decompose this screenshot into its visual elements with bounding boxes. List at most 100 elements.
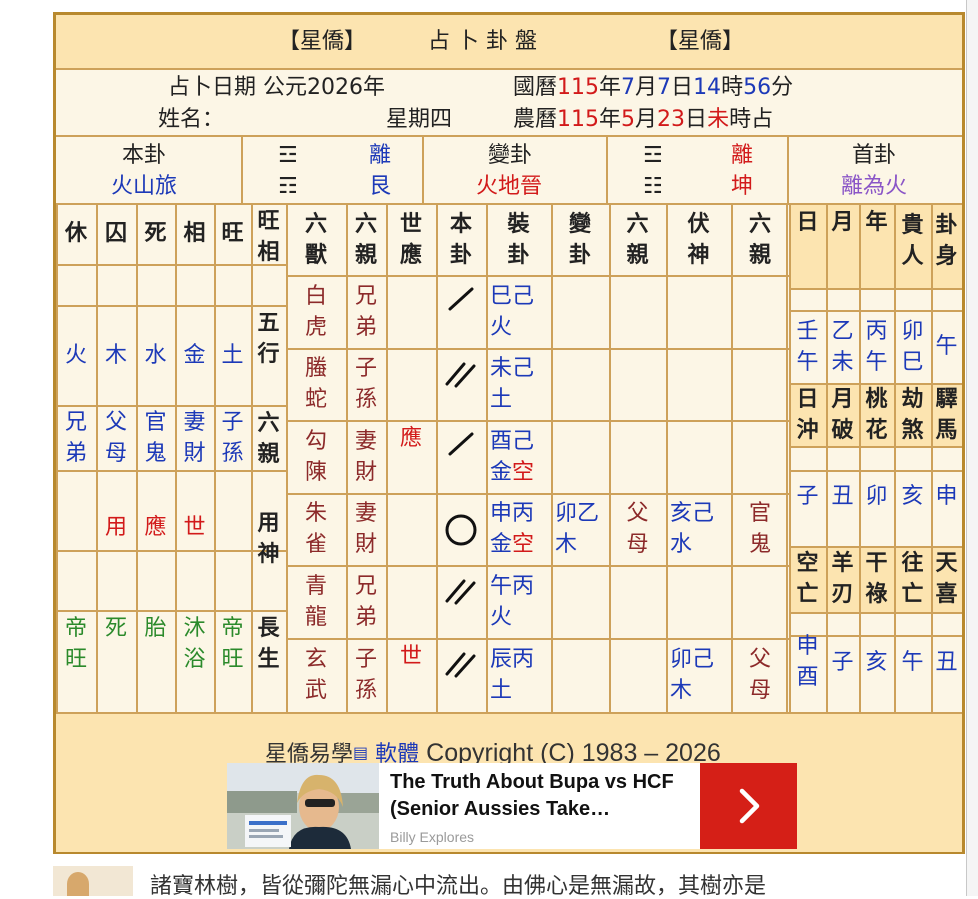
weekday: 星期四 [386,107,453,132]
right-header-2-text: 日 [796,386,819,412]
row-label-text: 行 [257,342,280,367]
right-value-text: 未 [831,349,854,375]
ad-source: Billy Explores [390,829,475,845]
six-kin-cell-text: 兄 [354,573,377,599]
moving-line-icon [444,513,480,549]
season-header: 死 [136,203,175,264]
six-kin-cell: 妻財 [346,420,386,493]
zhuang-gua-cell-line: 未己 [490,353,534,384]
yin-line-icon [444,575,478,605]
row-label-text: 神 [257,542,280,567]
yongshen-cell-text: 應 [144,515,167,540]
main-header-text: 親 [748,243,771,268]
six-beast-cell-text: 蛇 [304,387,327,412]
zhuang-gua-cell-line: 金空 [490,457,534,488]
right-header-3-text: 喜 [935,582,958,607]
bian-kin-cell-text: 母 [626,532,649,557]
six-kin-cell-text: 妻 [354,428,377,454]
wuxing-cell: 木 [96,305,136,405]
changsheng-cell-text: 浴 [183,647,206,672]
wuxing-cell-text: 木 [104,342,127,368]
zhuang-gua-cell-char: 未 [490,356,513,381]
grid-line [666,203,668,712]
zhuang-gua-cell-char: 火 [490,604,513,630]
right-header-3-text: 天 [935,551,958,576]
six-beast-cell: 青龍 [286,565,346,638]
grid-line [787,136,789,203]
main-header-text: 變 [568,212,591,237]
bian-gua-label: 變卦 [488,143,533,168]
main-header: 世應 [386,207,436,273]
zhuang-gua-cell-char: 巳 [490,283,513,309]
right-header-3-text: 空 [796,551,819,576]
right-value-3: 子 [826,612,859,712]
page-title: 占 卜 卦 盤 [428,29,537,54]
right-header-3: 往亡 [894,546,931,612]
right-value-3-text: 丑 [935,649,958,675]
shi-ying-cell: 世 [386,638,436,712]
row-label-text: 六 [257,411,280,436]
six-beast-cell-text: 勾 [304,428,327,454]
shou-gua-name: 離為火 [841,174,908,199]
right-value-text: 乙 [831,318,854,344]
bian-upper-trigram-icon: ☲ [643,143,663,168]
zhuang-gua-cell-char: 火 [490,314,513,340]
right-header-3-text: 亡 [901,582,924,607]
right-header-3-text: 羊 [831,551,854,576]
yang-line-icon [444,430,478,460]
grid-line [606,136,608,203]
right-header-2: 桃花 [859,383,894,446]
main-header-text: 世 [399,212,422,237]
page-scrollbar[interactable] [966,0,978,896]
liuqin-cell-text: 孫 [221,440,244,466]
shi-ying-cell [386,493,436,565]
ad-title[interactable]: The Truth About Bupa vs HCF (Senior Auss… [390,769,690,823]
ad-next-button[interactable] [700,763,797,849]
main-header-text: 親 [354,243,377,268]
right-header-3: 天喜 [931,546,962,612]
six-beast-cell: 朱雀 [286,493,346,565]
right-header-2-text: 煞 [901,417,924,443]
six-beast-cell: 玄武 [286,638,346,712]
fu-kin-cell-text: 鬼 [748,532,771,557]
six-kin-cell-text: 孫 [354,678,377,703]
fu-shen-cell-char: 木 [670,678,693,703]
right-value-3-text: 亥 [865,649,888,675]
right-header-2: 日沖 [789,383,826,446]
main-header-text: 伏 [687,212,710,237]
right-header: 貴人 [894,207,931,275]
main-header: 伏神 [666,207,731,273]
grid-line [786,203,788,712]
row-label: 用神 [251,505,286,575]
liuqin-cell-text: 鬼 [144,440,167,466]
fu-shen-cell-line: 卯己 [670,644,714,675]
changsheng-cell-text: 死 [104,616,127,641]
bian-gua-cell-line: 卯乙 [555,498,599,529]
season-header-text: 囚 [104,221,127,246]
title-tag-right: 【星僑】 [656,29,745,54]
bian-gua-cell-line: 木 [555,529,577,560]
right-header-3: 羊刃 [826,546,859,612]
right-value-2: 亥 [894,446,931,546]
right-header-2-text: 破 [831,417,854,443]
liuqin-cell-text: 妻 [183,409,206,435]
fu-shen-cell: 亥己水 [666,493,731,565]
right-value-text: 午 [935,334,958,359]
shi-ying-cell-text: 應 [399,426,422,451]
changsheng-cell: 沐浴 [175,610,214,675]
right-header-text: 年 [865,209,888,235]
ad-thumbnail[interactable] [227,763,379,849]
link-icon: ▤ [353,743,369,762]
right-value: 卯巳 [894,310,931,383]
zhuang-gua-cell: 午丙火 [486,565,551,638]
right-header-3: 空亡 [789,546,826,612]
right-value-text: 丙 [865,318,888,344]
ad-card[interactable]: The Truth About Bupa vs HCF (Senior Auss… [227,763,797,849]
zhuang-gua-cell: 酉己 金空 [486,420,551,493]
ben-upper-trigram-icon: ☲ [278,143,298,168]
zhuang-gua-cell-char: 己 [512,356,535,381]
liuqin-cell-text: 母 [104,440,127,466]
six-beast-cell-text: 青 [304,573,327,599]
season-header-text: 休 [64,221,87,246]
bian-lower-trigram-name: 坤 [731,174,754,199]
